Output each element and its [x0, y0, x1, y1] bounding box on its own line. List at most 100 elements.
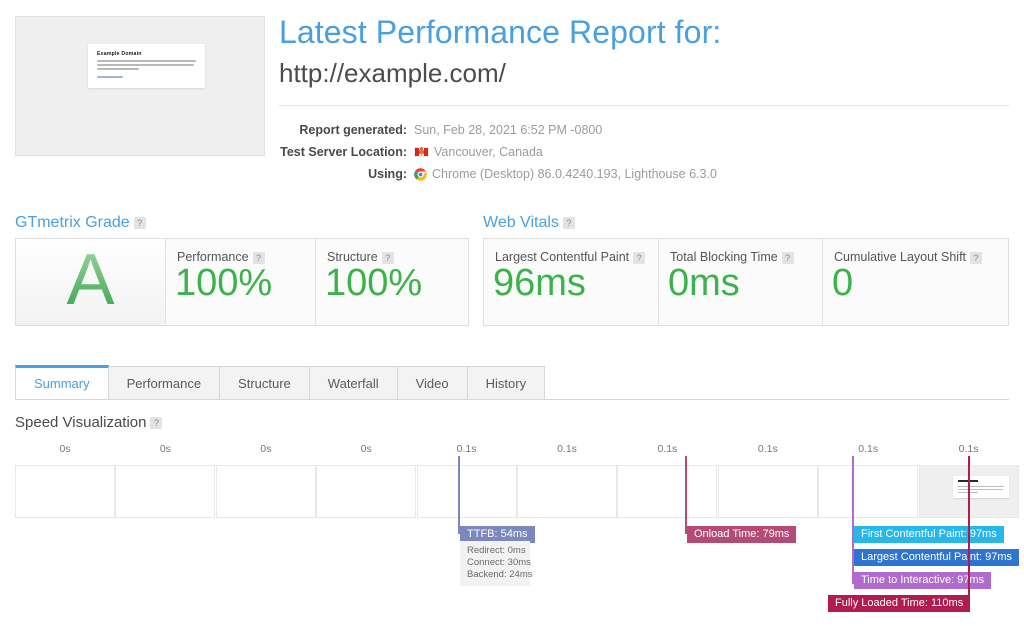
cls-value: 0 — [832, 263, 853, 305]
help-icon[interactable]: ? — [782, 252, 794, 264]
largest-contentful-paint-card: Largest Contentful Paint? 96ms — [484, 239, 659, 325]
timeline-badge-lcp[interactable]: Largest Contentful Paint: 97ms — [854, 549, 1019, 566]
filmstrip-frame[interactable] — [216, 465, 316, 518]
grade-letter: A — [66, 244, 114, 320]
report-header: Example Domain Latest Performance Report… — [0, 0, 1024, 196]
mini-text-line — [958, 486, 1004, 487]
tab-performance[interactable]: Performance — [108, 366, 220, 399]
filmstrip-frame[interactable] — [617, 465, 717, 518]
filmstrip-frame[interactable] — [15, 465, 115, 518]
cls-title-text: Cumulative Layout Shift — [834, 250, 966, 264]
speed-visualization-filmstrip: 0s0s0s0s0.1s0.1s0.1s0.1s0.1s0.1s — [15, 443, 1009, 518]
thumbnail-page-render: Example Domain — [88, 44, 205, 88]
ttfb-breakdown-backend: Backend: 24ms — [467, 569, 523, 581]
filmstrip-frame[interactable] — [517, 465, 617, 518]
ttfb-breakdown-connect: Connect: 30ms — [467, 557, 523, 569]
help-icon[interactable]: ? — [970, 252, 982, 264]
meta-row-test-server-location: Test Server Location: 🍁 Vancouver, Canad… — [279, 141, 1009, 163]
speed-visualization-label-text: Speed Visualization — [15, 414, 146, 431]
gtmetrix-grade-section-label: GTmetrix Grade? — [15, 214, 146, 232]
grade-card: A — [16, 239, 166, 325]
tab-video[interactable]: Video — [397, 366, 468, 399]
gtmetrix-grade-cards: A Performance? 100% Structure? 100% — [15, 238, 469, 326]
tab-performance-label: Performance — [127, 376, 201, 391]
meta-label: Report generated: — [279, 123, 414, 137]
timeline-marker-line-ttfb-full — [458, 456, 460, 534]
gtmetrix-report-page: Example Domain Latest Performance Report… — [0, 0, 1024, 626]
filmstrip-frame[interactable] — [818, 465, 918, 518]
filmstrip-frame[interactable] — [316, 465, 416, 518]
filmstrip-frame[interactable] — [718, 465, 818, 518]
timeline-marker-line-tti-full — [852, 456, 854, 584]
filmstrip-tick-label: 0.1s — [517, 443, 617, 455]
header-divider — [279, 105, 1009, 106]
filmstrip-frame[interactable] — [417, 465, 517, 518]
report-meta-list: Report generated: Sun, Feb 28, 2021 6:52… — [279, 119, 1009, 185]
thumbnail-heading: Example Domain — [97, 51, 142, 57]
web-vitals-label-text: Web Vitals — [483, 214, 559, 231]
report-tabs: Summary Performance Structure Waterfall … — [15, 366, 1009, 400]
meta-row-report-generated: Report generated: Sun, Feb 28, 2021 6:52… — [279, 119, 1009, 141]
help-icon[interactable]: ? — [563, 217, 575, 229]
timeline-badge-flt[interactable]: Fully Loaded Time: 110ms — [828, 595, 970, 612]
performance-score-card: Performance? 100% — [166, 239, 316, 325]
web-vitals-cards: Largest Contentful Paint? 96ms Total Blo… — [483, 238, 1009, 326]
web-vitals-section-label: Web Vitals? — [483, 214, 575, 232]
structure-score-card: Structure? 100% — [316, 239, 468, 325]
test-server-location-value: Vancouver, Canada — [434, 145, 543, 159]
structure-score-value: 100% — [325, 263, 422, 305]
ttfb-breakdown-tooltip: Redirect: 0ms Connect: 30ms Backend: 24m… — [460, 541, 530, 586]
tab-waterfall-label: Waterfall — [328, 376, 379, 391]
total-blocking-time-card: Total Blocking Time? 0ms — [659, 239, 823, 325]
page-title: Latest Performance Report for: — [279, 14, 721, 51]
thumbnail-more-info-link — [97, 76, 123, 78]
tbt-value: 0ms — [668, 263, 740, 305]
lcp-value: 96ms — [493, 263, 586, 305]
timeline-badge-onload[interactable]: Onload Time: 79ms — [687, 526, 796, 543]
cumulative-layout-shift-card: Cumulative Layout Shift? 0 — [823, 239, 1008, 325]
page-screenshot-thumbnail[interactable]: Example Domain — [15, 16, 265, 156]
filmstrip-page-render — [953, 476, 1009, 498]
meta-value: 🍁 Vancouver, Canada — [414, 145, 543, 159]
thumbnail-body-text — [97, 60, 196, 72]
tab-history[interactable]: History — [467, 366, 545, 399]
tab-video-label: Video — [416, 376, 449, 391]
timeline-badge-fcp[interactable]: First Contentful Paint: 97ms — [854, 526, 1004, 543]
report-url[interactable]: http://example.com/ — [279, 58, 506, 89]
meta-label: Using: — [279, 167, 414, 181]
filmstrip-frame[interactable] — [115, 465, 215, 518]
timeline-badge-tti[interactable]: Time to Interactive: 97ms — [854, 572, 991, 589]
using-value: Chrome (Desktop) 86.0.4240.193, Lighthou… — [432, 167, 717, 181]
cls-title: Cumulative Layout Shift? — [834, 250, 982, 264]
gtmetrix-grade-label-text: GTmetrix Grade — [15, 214, 130, 231]
tab-summary-label: Summary — [34, 376, 90, 391]
performance-score-value: 100% — [175, 263, 272, 305]
timeline-marker-line-onload-full — [685, 456, 687, 534]
tab-summary[interactable]: Summary — [15, 365, 109, 399]
help-icon[interactable]: ? — [633, 252, 645, 264]
tab-structure-label: Structure — [238, 376, 291, 391]
report-generated-value: Sun, Feb 28, 2021 6:52 PM -0800 — [414, 123, 602, 137]
meta-row-using: Using: Chrome (Desktop) 86.0.4240.193, L… — [279, 163, 1009, 185]
speed-visualization-title: Speed Visualization? — [15, 414, 162, 431]
tab-waterfall[interactable]: Waterfall — [309, 366, 398, 399]
help-icon[interactable]: ? — [150, 417, 162, 429]
filmstrip-tick-label: 0.1s — [919, 443, 1019, 455]
filmstrip-tick-label: 0s — [15, 443, 115, 455]
chrome-icon — [414, 168, 427, 181]
ttfb-breakdown-redirect: Redirect: 0ms — [467, 545, 523, 557]
tab-history-label: History — [486, 376, 526, 391]
help-icon[interactable]: ? — [134, 217, 146, 229]
filmstrip-tick-label: 0.1s — [617, 443, 717, 455]
timeline-marker-line-fully-loaded-full — [968, 456, 970, 606]
canada-flag-icon: 🍁 — [414, 147, 429, 157]
filmstrip-tick-label: 0s — [216, 443, 316, 455]
meta-value: Sun, Feb 28, 2021 6:52 PM -0800 — [414, 123, 602, 137]
filmstrip-tick-label: 0s — [115, 443, 215, 455]
meta-value: Chrome (Desktop) 86.0.4240.193, Lighthou… — [414, 167, 717, 181]
filmstrip-tick-label: 0.1s — [818, 443, 918, 455]
tab-structure[interactable]: Structure — [219, 366, 310, 399]
mini-text-line — [958, 489, 1003, 490]
meta-label: Test Server Location: — [279, 145, 414, 159]
filmstrip-tick-label: 0.1s — [718, 443, 818, 455]
